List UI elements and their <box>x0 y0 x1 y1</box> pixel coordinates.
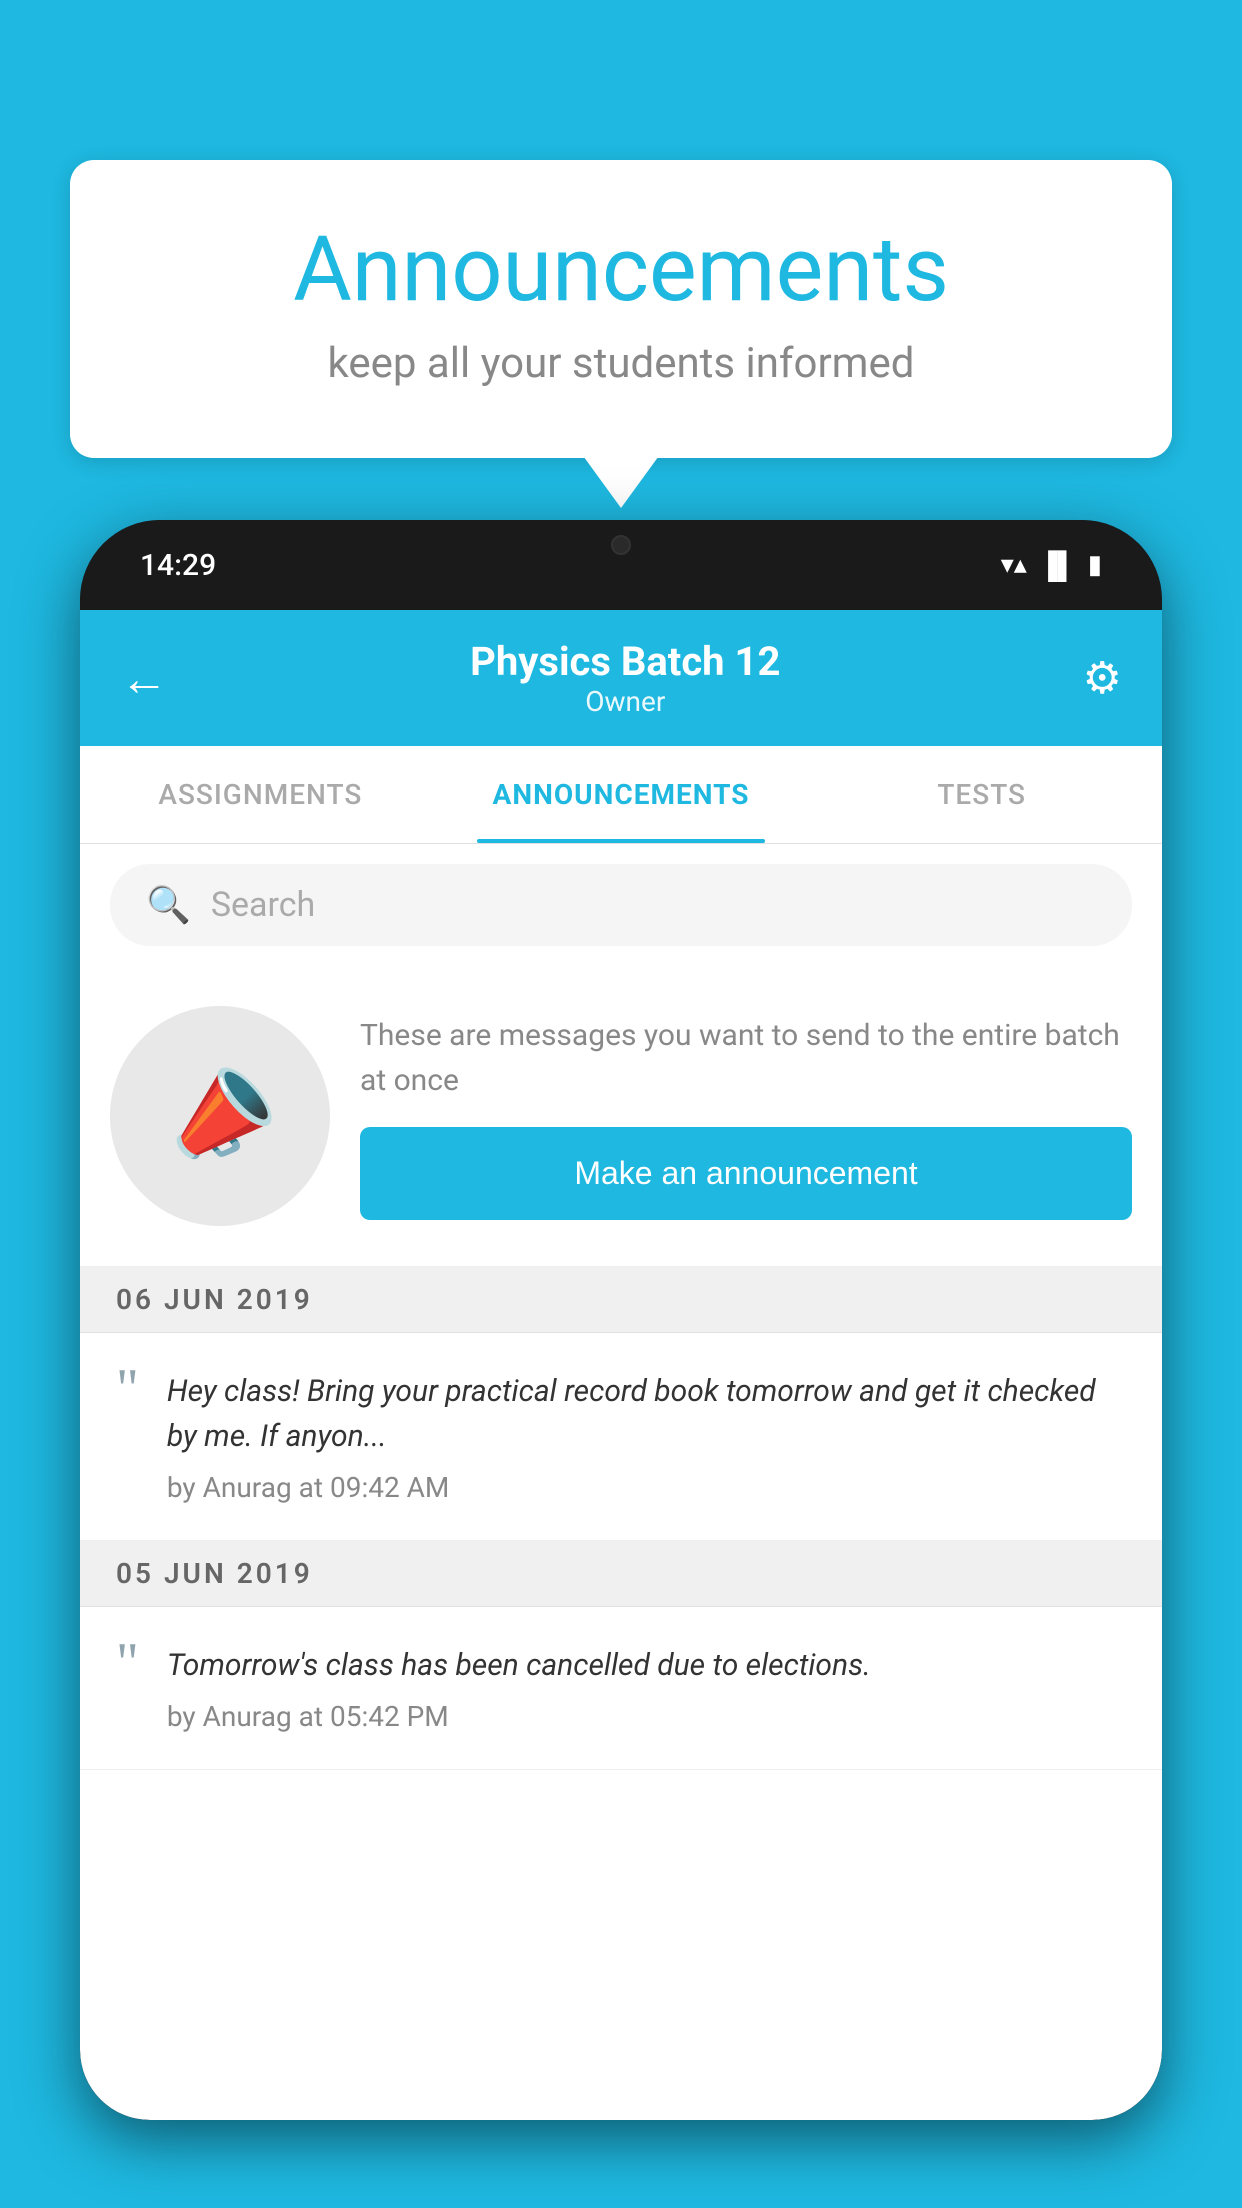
announcement-content-1: Hey class! Bring your practical record b… <box>167 1369 1126 1504</box>
camera <box>611 535 631 555</box>
megaphone-icon: 📣 <box>149 1048 290 1185</box>
date-separator-2: 05 JUN 2019 <box>80 1541 1162 1607</box>
tab-assignments[interactable]: ASSIGNMENTS <box>80 746 441 843</box>
quote-icon-1: " <box>116 1361 139 1417</box>
phone-notch <box>541 520 701 570</box>
promo-description: These are messages you want to send to t… <box>360 1013 1132 1103</box>
announcement-text-1: Hey class! Bring your practical record b… <box>167 1369 1126 1459</box>
phone-outer: 14:29 ▾▴ ▐▌ ▮ ← Physics Batch 12 Owner ⚙ <box>80 520 1162 2120</box>
announcement-author-2: by Anurag at 05:42 PM <box>167 1700 1126 1733</box>
tabs-row: ASSIGNMENTS ANNOUNCEMENTS TESTS <box>80 746 1162 844</box>
wifi-icon: ▾▴ <box>1001 550 1027 580</box>
owner-label: Owner <box>470 685 780 718</box>
announcement-text-2: Tomorrow's class has been cancelled due … <box>167 1643 1126 1688</box>
announcement-author-1: by Anurag at 09:42 AM <box>167 1471 1126 1504</box>
announcement-content-2: Tomorrow's class has been cancelled due … <box>167 1643 1126 1733</box>
speech-bubble-container: Announcements keep all your students inf… <box>70 160 1172 458</box>
status-time: 14:29 <box>140 548 216 583</box>
search-container: 🔍 Search <box>80 844 1162 966</box>
app-header: ← Physics Batch 12 Owner ⚙ <box>80 610 1162 746</box>
bubble-subtitle: keep all your students informed <box>150 339 1092 388</box>
header-center: Physics Batch 12 Owner <box>470 638 780 718</box>
signal-icon: ▐▌ <box>1039 550 1076 581</box>
announcement-item-1: " Hey class! Bring your practical record… <box>80 1333 1162 1541</box>
announcement-item-2: " Tomorrow's class has been cancelled du… <box>80 1607 1162 1770</box>
tab-announcements[interactable]: ANNOUNCEMENTS <box>441 746 802 843</box>
promo-section: 📣 These are messages you want to send to… <box>80 966 1162 1267</box>
speech-bubble: Announcements keep all your students inf… <box>70 160 1172 458</box>
back-button[interactable]: ← <box>120 650 168 707</box>
status-icons: ▾▴ ▐▌ ▮ <box>1001 550 1102 581</box>
settings-icon[interactable]: ⚙ <box>1083 652 1122 704</box>
promo-right: These are messages you want to send to t… <box>360 1013 1132 1220</box>
promo-icon-circle: 📣 <box>110 1006 330 1226</box>
bubble-title: Announcements <box>150 220 1092 319</box>
quote-icon-2: " <box>116 1635 139 1691</box>
search-bar[interactable]: 🔍 Search <box>110 864 1132 946</box>
search-icon: 🔍 <box>146 884 191 926</box>
search-placeholder: Search <box>211 885 315 925</box>
date-separator-1: 06 JUN 2019 <box>80 1267 1162 1333</box>
battery-icon: ▮ <box>1088 550 1102 580</box>
phone-screen: ← Physics Batch 12 Owner ⚙ ASSIGNMENTS A… <box>80 610 1162 2120</box>
tab-tests[interactable]: TESTS <box>801 746 1162 843</box>
batch-title: Physics Batch 12 <box>470 638 780 685</box>
make-announcement-button[interactable]: Make an announcement <box>360 1127 1132 1220</box>
status-bar: 14:29 ▾▴ ▐▌ ▮ <box>80 520 1162 610</box>
phone-wrapper: 14:29 ▾▴ ▐▌ ▮ ← Physics Batch 12 Owner ⚙ <box>80 520 1162 2208</box>
